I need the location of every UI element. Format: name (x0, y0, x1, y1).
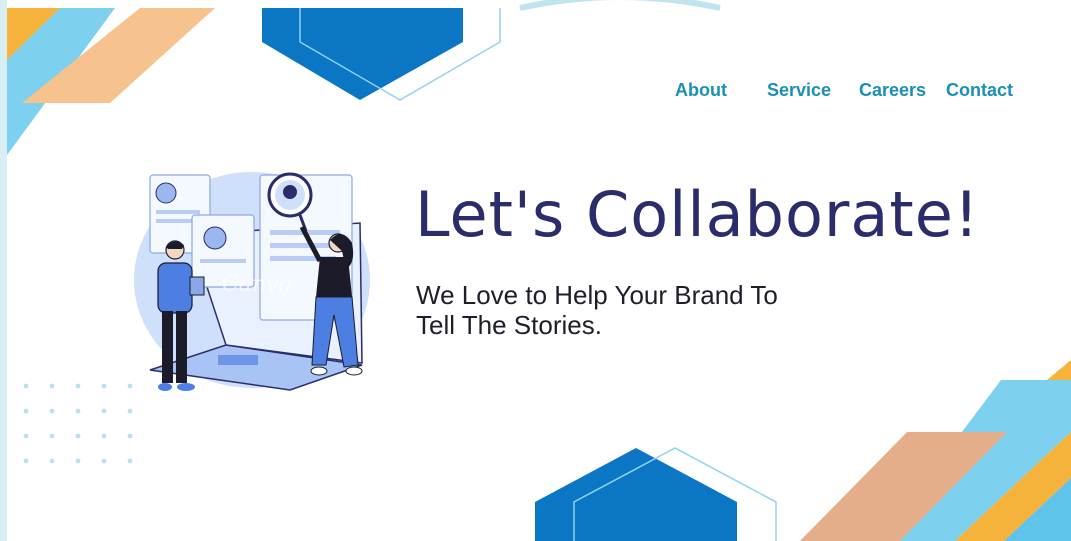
hero-title: Let's Collaborate! (415, 178, 980, 251)
card-line (270, 243, 330, 248)
decor-dot (101, 408, 107, 414)
decor-dot (75, 408, 81, 414)
bottom-hexagon (535, 448, 737, 541)
decor-dot (23, 383, 29, 389)
man-shoe (177, 383, 195, 391)
page: About Service Careers Contact Canva Let'… (0, 0, 1071, 541)
decor-dot (75, 383, 81, 389)
decor-dot (75, 433, 81, 439)
woman-shoe (345, 366, 363, 376)
profile-avatar-middle (203, 226, 227, 250)
man-shoe (158, 383, 172, 391)
decor-dot (127, 383, 133, 389)
card-line (200, 259, 246, 263)
top-faint-arc (519, 0, 721, 11)
top-navigation: About Service Careers Contact (0, 80, 1071, 104)
laptop-trackpad (218, 355, 258, 365)
decor-dot (127, 433, 133, 439)
decor-dot (49, 433, 55, 439)
decor-dot (127, 408, 133, 414)
decor-dot (23, 408, 29, 414)
man-tablet (189, 276, 205, 296)
hero-subtitle-line-2: Tell The Stories. (416, 310, 602, 340)
nav-link-contact[interactable]: Contact (946, 80, 1013, 101)
decor-dot (49, 408, 55, 414)
woman-top (316, 257, 352, 297)
collaboration-illustration: Canva (134, 172, 370, 391)
decor-dot (127, 458, 133, 464)
hero-subtitle: We Love to Help Your Brand To Tell The S… (416, 280, 876, 340)
man-pants-left (162, 311, 173, 383)
man-shirt (157, 262, 193, 314)
decor-dot (49, 458, 55, 464)
woman-shoe (310, 366, 328, 376)
hero-subtitle-line-1: We Love to Help Your Brand To (416, 280, 778, 310)
dot-grid-decoration (23, 383, 133, 464)
decor-dot (23, 433, 29, 439)
nav-link-service[interactable]: Service (767, 80, 831, 101)
profile-avatar-left (155, 182, 177, 204)
bottom-right-gold-corner (1047, 360, 1071, 380)
decor-dot (23, 458, 29, 464)
nav-link-careers[interactable]: Careers (859, 80, 926, 101)
decor-dot (101, 433, 107, 439)
decor-dot (49, 383, 55, 389)
card-line (156, 219, 192, 223)
nav-link-about[interactable]: About (675, 80, 727, 101)
man-pants-right (176, 311, 187, 383)
decor-dot (101, 383, 107, 389)
canva-watermark: Canva (222, 272, 292, 297)
decor-dot (75, 458, 81, 464)
magnifier-avatar-head (283, 185, 297, 199)
decor-dot (101, 458, 107, 464)
card-line (156, 210, 200, 214)
